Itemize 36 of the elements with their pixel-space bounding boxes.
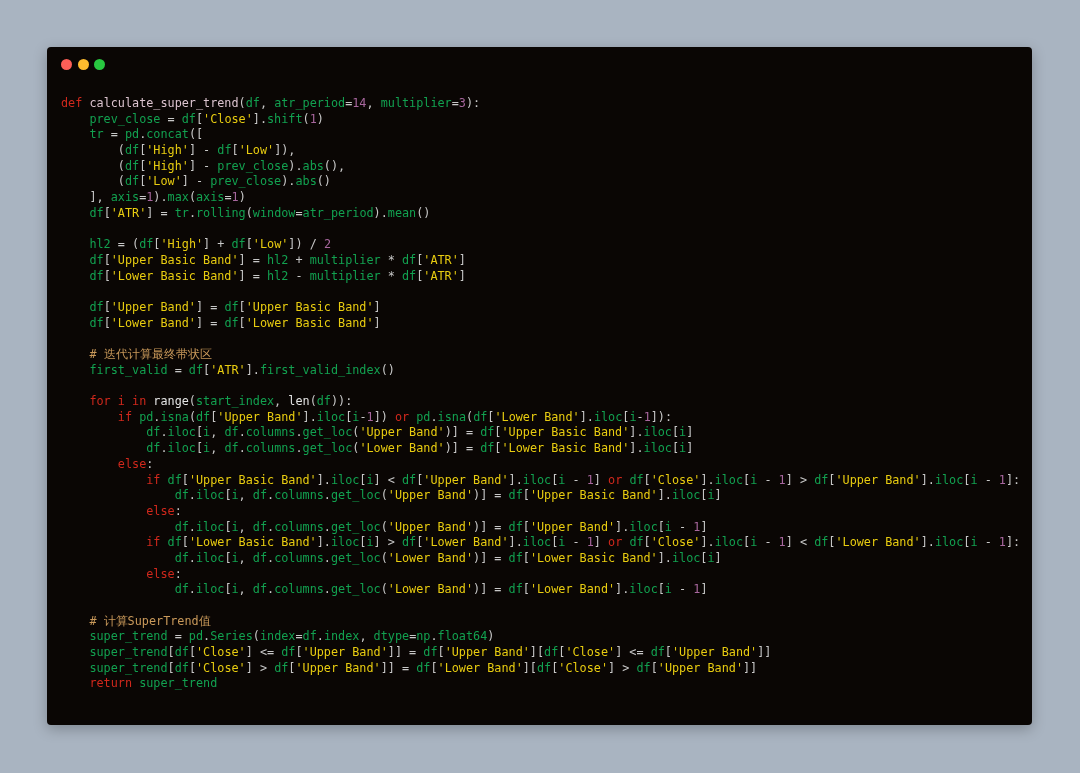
code-line: tr = pd.concat([: [88, 127, 204, 144]
code-line: df['Lower Basic Band'] = hl2 - multiplier * df['ATR']: [88, 268, 466, 285]
close-button[interactable]: [61, 59, 72, 70]
code-line: if pd.isna(df['Upper Band'].iloc[i-1]) or pd.isna(df['Lower Band'].iloc[i-1]):: [116, 409, 673, 426]
code-line: df['Upper Band'] = df['Upper Basic Band']: [88, 299, 381, 316]
code-line: prev_close = df['Close'].shift(1): [88, 111, 324, 128]
code-comment: # 迭代计算最终带状区: [88, 347, 212, 363]
code-line: if df['Lower Basic Band'].iloc[i] > df['Lower Band'].iloc[i - 1] or df['Close'].iloc[i - 1] < df['Lower Band'].iloc[i - 1]:: [145, 535, 1021, 551]
code-line: df.iloc[i, df.columns.get_loc('Lower Band')] = df['Lower Basic Band'].iloc[i]: [145, 441, 694, 457]
code-line: else:: [145, 566, 182, 583]
code-line: else:: [145, 503, 182, 520]
maximize-button[interactable]: [94, 59, 105, 70]
minimize-button[interactable]: [77, 59, 89, 70]
code-line: df.iloc[i, df.columns.get_loc('Lower Band')] = df['Lower Basic Band'].iloc[i]: [173, 550, 722, 567]
code-line: df['Upper Basic Band'] = hl2 + multiplier * df['ATR']: [88, 252, 466, 269]
code-comment: # 计算SuperTrend值: [88, 613, 211, 630]
code-line: return super_trend: [88, 676, 218, 693]
code-line: super_trend[df['Close'] > df['Upper Band']] = df['Lower Band'][df['Close'] > df['Upper Band']]: [88, 660, 758, 677]
code-line: hl2 = (df['High'] + df['Low']) / 2: [88, 237, 331, 253]
code-line: df.iloc[i, df.columns.get_loc('Upper Band')] = df['Upper Basic Band'].iloc[i]: [173, 488, 722, 504]
code-line: if df['Upper Basic Band'].iloc[i] < df['Upper Band'].iloc[i - 1] or df['Close'].iloc[i - 1] > df['Upper Band'].iloc[i - 1]:: [145, 472, 1021, 489]
code-line: for i in range(start_index, len(df)):: [88, 394, 353, 410]
code-line: super_trend[df['Close'] <= df['Upper Band']] = df['Upper Band'][df['Close'] <= df['Upper Band']]: [88, 645, 772, 661]
code-line: df.iloc[i, df.columns.get_loc('Upper Band')] = df['Upper Basic Band'].iloc[i]: [145, 425, 694, 442]
code-line: df.iloc[i, df.columns.get_loc('Upper Band')] = df['Upper Band'].iloc[i - 1]: [173, 519, 708, 536]
code-line: (df['High'] - df['Low']),: [116, 143, 296, 159]
code-line: ], axis=1).max(axis=1): [88, 190, 246, 206]
code-line: df['Lower Band'] = df['Lower Basic Band']: [88, 315, 381, 332]
code-line: (df['Low'] - prev_close).abs(): [116, 174, 331, 191]
code-line: df['ATR'] = tr.rolling(window=atr_period).mean(): [88, 205, 431, 222]
code-line: super_trend = pd.Series(index=df.index, dtype=np.float64): [88, 629, 495, 646]
code-line: def calculate_super_trend(df, atr_period=14, multiplier=3):: [61, 96, 481, 112]
code-line: (df['High'] - prev_close).abs(),: [116, 158, 346, 175]
code-line: first_valid = df['ATR'].first_valid_index(): [88, 362, 395, 379]
code-line: df.iloc[i, df.columns.get_loc('Lower Band')] = df['Lower Band'].iloc[i - 1]: [173, 582, 708, 598]
code-line: else:: [116, 456, 154, 473]
